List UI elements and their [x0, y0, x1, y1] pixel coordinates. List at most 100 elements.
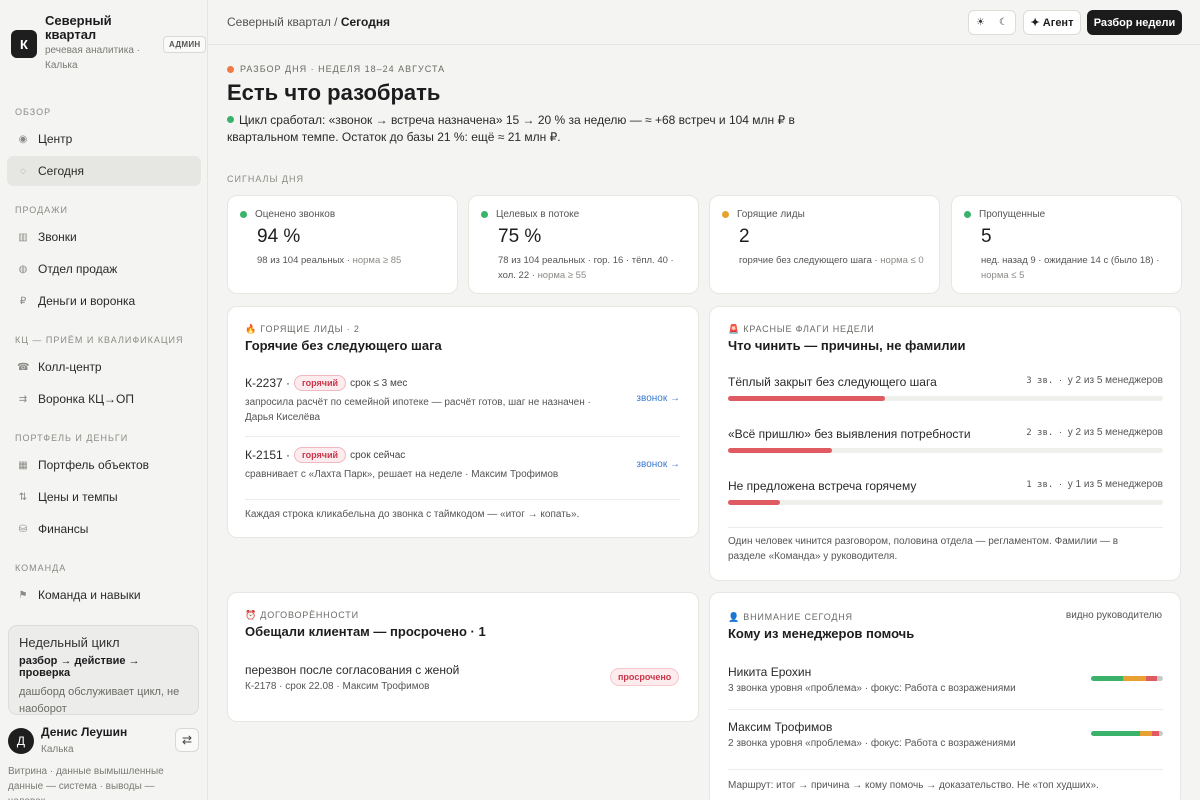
- cycle-note: дашборд обслуживает цикл, не наоборот: [19, 686, 180, 715]
- manager-row[interactable]: Максим Трофимов 2 звонка уровня «проблем…: [728, 720, 1163, 749]
- lead-row[interactable]: К-2237 · горячий срок ≤ 3 мес запросила …: [245, 375, 680, 425]
- signal-norm: норма ≤ 5: [981, 270, 1025, 281]
- flag-meta: 2 зв. · у 2 из 5 менеджеров: [1026, 427, 1163, 438]
- flag-bar-fill: [728, 500, 781, 505]
- flag-row[interactable]: «Всё пришлю» без выявления потребности 2…: [728, 427, 1163, 453]
- page-summary: Цикл сработал: «звонок → встреча назначе…: [227, 112, 797, 146]
- skill-bar-segment: [1159, 731, 1163, 736]
- sort-icon: ⇅: [18, 491, 28, 503]
- attention-title: Кому из менеджеров помочь: [728, 626, 915, 641]
- lead-id: К-2151 ·: [245, 448, 291, 462]
- sidebar-item-prices[interactable]: ⇅ Цены и темпы: [7, 482, 201, 512]
- sidebar-item-sales-dept[interactable]: ◍ Отдел продаж: [7, 254, 201, 284]
- user-name: Денис Леушин: [41, 725, 128, 739]
- switch-user-button[interactable]: ⇄: [175, 728, 199, 752]
- visibility-note: видно руководителю: [1065, 610, 1162, 621]
- sidebar-item-label: Цены и темпы: [38, 490, 118, 504]
- signal-value: 5: [981, 226, 992, 247]
- signal-desc-text: 98 из 104 реальных ·: [257, 255, 350, 266]
- sidebar-item-label: Колл-центр: [38, 360, 102, 374]
- sidebar-item-money-funnel[interactable]: ₽ Деньги и воронка: [7, 286, 201, 316]
- sidebar-item-label: Команда и навыки: [38, 588, 141, 602]
- grid-icon: ▦: [18, 459, 28, 471]
- signal-label: Оценено звонков: [255, 209, 336, 220]
- summary-text: Цикл сработал: «звонок → встреча назначе…: [227, 113, 795, 144]
- divider: [728, 527, 1163, 528]
- call-link[interactable]: звонок →: [636, 459, 680, 470]
- eyebrow-text: РАЗБОР ДНЯ · НЕДЕЛЯ 18–24 АВГУСТА: [240, 64, 446, 74]
- nav-section-overview: ОБЗОР: [15, 107, 52, 117]
- lead-row[interactable]: К-2151 · горячий срок сейчас сравнивает …: [245, 447, 680, 482]
- manager-sub: 3 звонка уровня «проблема» · фокус: Рабо…: [728, 683, 1016, 694]
- divider: [728, 709, 1163, 710]
- ruble-icon: ₽: [19, 295, 27, 307]
- signal-norm: норма ≥ 55: [537, 270, 587, 281]
- sidebar-item-call-center[interactable]: ☎ Колл-центр: [7, 352, 201, 382]
- lead-desc: сравнивает с «Лахта Парк», решает на нед…: [245, 469, 559, 480]
- sidebar-item-portfolio[interactable]: ▦ Портфель объектов: [7, 450, 201, 480]
- signal-card-missed[interactable]: Пропущенные 5 нед. назад 9 · ожидание 14…: [951, 195, 1182, 294]
- manager-sub: 2 звонка уровня «проблема» · фокус: Рабо…: [728, 738, 1016, 749]
- sidebar-item-today[interactable]: ◌ Сегодня: [7, 156, 201, 186]
- coins-icon: ⛁: [18, 523, 28, 535]
- flag-count: 3 зв.: [1026, 376, 1054, 386]
- flag-bar-fill: [728, 396, 885, 401]
- agent-button[interactable]: ✦ Агент: [1023, 10, 1081, 35]
- sidebar-item-calls[interactable]: ▥ Звонки: [7, 222, 201, 252]
- dot-icon: ◍: [18, 263, 28, 275]
- flag-bar: [728, 396, 1163, 401]
- manager-skill-bar: [1091, 731, 1163, 736]
- flag-row[interactable]: Тёплый закрыт без следующего шага 3 зв. …: [728, 375, 1163, 401]
- manager-row[interactable]: Никита Ерохин 3 звонка уровня «проблема»…: [728, 665, 1163, 694]
- hot-leads-footer: Каждая строка кликабельна до звонка с та…: [245, 509, 580, 520]
- flag-bar: [728, 448, 1163, 453]
- call-link[interactable]: звонок →: [636, 393, 680, 404]
- sidebar-item-cc-funnel[interactable]: ⇉ Воронка КЦ→ОП: [7, 384, 201, 414]
- week-review-button[interactable]: Разбор недели: [1087, 10, 1182, 35]
- theme-toggle[interactable]: ☀ ☾: [968, 10, 1016, 35]
- signal-card-hot-leads[interactable]: Горящие лиды 2 горячие без следующего ша…: [709, 195, 940, 294]
- green-dot-icon: [227, 116, 234, 123]
- flag-count: 1 зв.: [1026, 480, 1054, 490]
- signal-norm: норма ≥ 85: [352, 255, 402, 266]
- signals-label: СИГНАЛЫ ДНЯ: [227, 174, 305, 184]
- hot-leads-title: Горячие без следующего шага: [245, 338, 442, 353]
- sidebar-item-center[interactable]: ◉ Центр: [7, 124, 201, 154]
- flag-meta: 1 зв. · у 1 из 5 менеджеров: [1026, 479, 1163, 490]
- cycle-title: Недельный цикл: [19, 635, 120, 650]
- admin-badge: АДМИН: [163, 36, 207, 53]
- sidebar-item-label: Воронка КЦ→ОП: [38, 392, 134, 406]
- promise-sub: К-2178 · срок 22.08 · Максим Трофимов: [245, 681, 430, 692]
- nav-section-portfolio: ПОРТФЕЛЬ И ДЕНЬГИ: [15, 433, 129, 443]
- hot-leads-eyebrow: 🔥 ГОРЯЩИЕ ЛИДЫ · 2: [245, 324, 360, 334]
- breadcrumb-root[interactable]: Северный квартал /: [227, 15, 338, 29]
- flag-row[interactable]: Не предложена встреча горячему 1 зв. · у…: [728, 479, 1163, 505]
- flag-icon: ⚑: [18, 589, 28, 601]
- moon-icon[interactable]: ☾: [999, 17, 1008, 28]
- signal-norm: норма ≤ 0: [880, 255, 924, 266]
- red-flags-title: Что чинить — причины, не фамилии: [728, 338, 966, 353]
- brand-name: Северный квартал: [45, 13, 112, 42]
- skill-bar-segment: [1156, 676, 1163, 681]
- attention-eyebrow: 👤 ВНИМАНИЕ СЕГОДНЯ: [728, 612, 853, 622]
- overdue-badge: просрочено: [610, 668, 680, 686]
- sidebar-item-finance[interactable]: ⛁ Финансы: [7, 514, 201, 544]
- signal-card-targeted[interactable]: Целевых в потоке 75 % 78 из 104 реальных…: [468, 195, 699, 294]
- brand[interactable]: К Северный квартал речевая аналитика · К…: [11, 13, 207, 74]
- avatar[interactable]: Д: [8, 728, 34, 754]
- hot-leads-card: 🔥 ГОРЯЩИЕ ЛИДЫ · 2 Горячие без следующег…: [227, 306, 699, 538]
- attention-card: 👤 ВНИМАНИЕ СЕГОДНЯ видно руководителю Ко…: [709, 592, 1181, 800]
- red-flags-footer: Один человек чинится разговором, половин…: [728, 536, 1119, 562]
- promise-text[interactable]: перезвон после согласования с женой: [245, 663, 459, 677]
- swap-icon: ⇄: [181, 733, 193, 747]
- sidebar-item-team[interactable]: ⚑ Команда и навыки: [7, 580, 201, 610]
- status-dot-icon: [240, 211, 247, 218]
- flag-count: 2 зв.: [1026, 428, 1054, 438]
- brand-subtitle: речевая аналитика · Калька: [45, 45, 141, 71]
- brand-logo: К: [11, 30, 37, 58]
- hot-badge: горячий: [294, 447, 347, 463]
- skill-bar-segment: [1139, 731, 1153, 736]
- divider: [245, 499, 680, 500]
- signal-card-evaluated[interactable]: Оценено звонков 94 % 98 из 104 реальных …: [227, 195, 458, 294]
- sun-icon[interactable]: ☀: [976, 17, 985, 28]
